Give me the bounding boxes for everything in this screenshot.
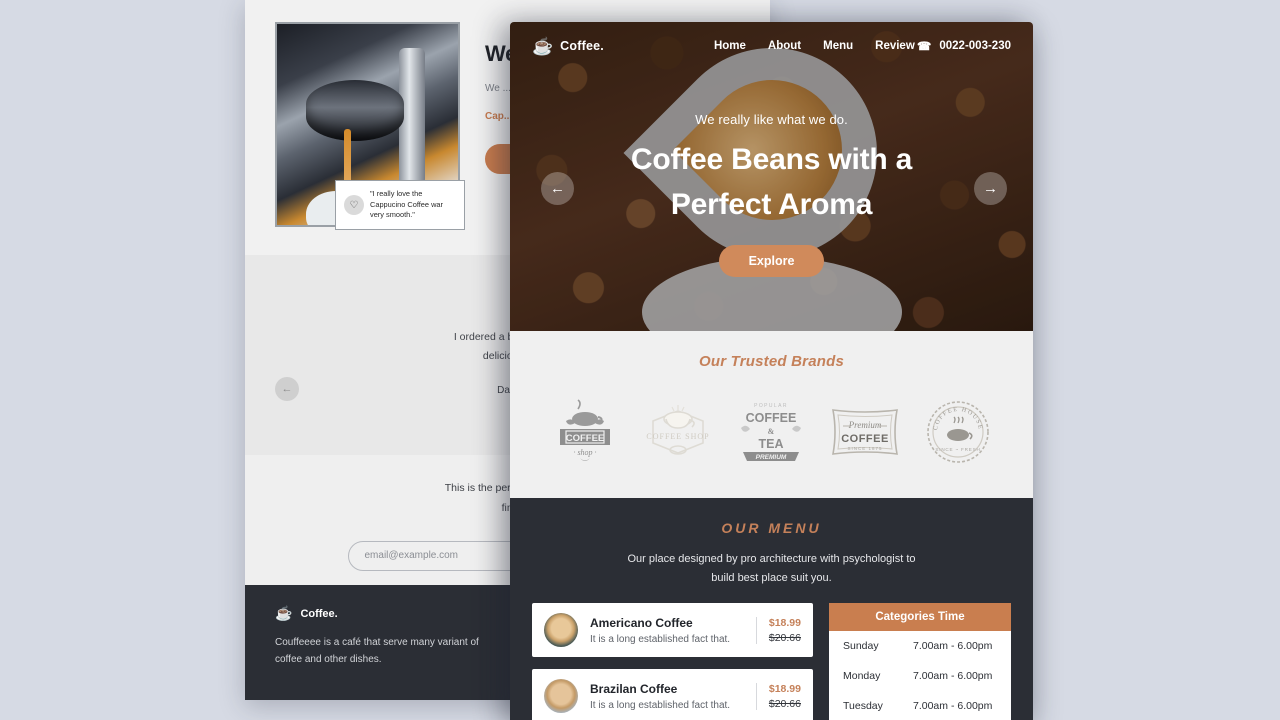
coffee-shop-hexagon-logo: COFFEE SHOP [642, 396, 714, 468]
screen: ♡ "I really love the Cappucino Coffee wa… [0, 0, 1280, 720]
navbar-brand[interactable]: ☕ Coffee. [532, 38, 604, 55]
phone-icon: ☎ [917, 41, 932, 53]
coffee-shop-banner-logo: COFFEE · shop · [549, 396, 621, 468]
menu-item-price: $18.99 $20.66 [755, 682, 801, 710]
hero-section: ☕ Coffee. Home About Menu Review ☎ 0022-… [510, 22, 1033, 331]
coffee-cup-icon: ☕ [275, 605, 293, 621]
our-menu-section: OUR MENU Our place designed by pro archi… [510, 498, 1033, 720]
menu-item-name: Brazilan Coffee [590, 681, 678, 696]
trusted-brands-section: Our Trusted Brands COFFEE · shop · COFFE… [510, 331, 1033, 498]
svg-text:&: & [768, 427, 775, 436]
menu-item-price-new: $18.99 [768, 682, 801, 695]
svg-text:PREMIUM: PREMIUM [756, 454, 787, 461]
categories-time-header: Categories Time [829, 603, 1011, 632]
svg-text:Premium: Premium [848, 420, 882, 430]
hero-content: We really like what we do. Coffee Beans … [510, 70, 1033, 277]
our-menu-subtitle: Our place designed by pro architecture w… [510, 550, 1033, 587]
brand-logo-row: COFFEE · shop · COFFEE SHOP POPULAR COFF… [510, 396, 1033, 468]
menu-item-card[interactable]: Brazilan Coffee It is a long established… [532, 669, 813, 720]
categories-time-table: Categories Time Sunday 7.00am - 6.00pm M… [829, 603, 1011, 720]
arrow-left-icon[interactable]: ← [275, 377, 299, 401]
americano-coffee-thumb [544, 613, 578, 648]
svg-text:COFFEE: COFFEE [746, 411, 797, 425]
nav-link-review[interactable]: Review [875, 40, 915, 52]
hero-title: Coffee Beans with a Perfect Aroma [510, 137, 1033, 227]
navbar-phone[interactable]: ☎ 0022-003-230 [917, 39, 1011, 53]
categories-time: 7.00am - 6.00pm [913, 640, 993, 653]
categories-day: Tuesday [843, 700, 883, 713]
foreground-browser-window[interactable]: ☕ Coffee. Home About Menu Review ☎ 0022-… [510, 22, 1033, 720]
nav-link-about[interactable]: About [768, 40, 801, 52]
arrow-right-icon[interactable]: → [974, 172, 1007, 205]
newsletter-email-placeholder: email@example.com [364, 550, 459, 562]
svg-text:COFFEE HOUSE: COFFEE HOUSE [932, 406, 984, 431]
svg-text:TEA: TEA [759, 437, 784, 451]
menu-item-name: Americano Coffee [590, 615, 693, 630]
categories-day: Sunday [843, 640, 879, 653]
coffee-cup-icon: ☕ [532, 36, 554, 56]
nav-link-home[interactable]: Home [714, 40, 746, 52]
hero-title-line-1: Coffee Beans with a [630, 143, 913, 176]
testimonial-text: "I really love the Cappucino Coffee war … [370, 189, 443, 220]
trusted-brands-title: Our Trusted Brands [698, 353, 845, 370]
svg-text:COFFEE SHOP: COFFEE SHOP [646, 432, 709, 441]
premium-coffee-badge-logo: Premium COFFEE SINCE 1875 [829, 396, 901, 468]
svg-text:· shop ·: · shop · [573, 448, 596, 457]
explore-button[interactable]: Explore [718, 245, 825, 277]
menu-item-description: It is a long established fact that. [590, 699, 731, 711]
svg-text:COFFEE: COFFEE [841, 433, 889, 445]
back-footer-description: Couffeeee is a café that serve many vari… [275, 637, 479, 665]
menu-item-price-old: $20.66 [768, 631, 801, 644]
table-row: Sunday 7.00am - 6.00pm [829, 631, 1011, 661]
nav-link-menu[interactable]: Menu [823, 40, 853, 52]
our-menu-subtitle-line-1: Our place designed by pro architecture w… [627, 553, 916, 565]
svg-text:POPULAR: POPULAR [755, 403, 789, 409]
table-row: Tuesday 7.00am - 6.00pm [829, 691, 1011, 720]
brazilan-coffee-thumb [544, 679, 578, 714]
menu-items-list: Americano Coffee It is a long establishe… [532, 603, 813, 720]
our-menu-subtitle-line-2: build best place suit you. [711, 571, 832, 584]
our-menu-title: OUR MENU [721, 520, 822, 536]
testimonial-callout: ♡ "I really love the Cappucino Coffee wa… [335, 180, 465, 231]
menu-item-description: It is a long established fact that. [590, 633, 731, 645]
categories-time: 7.00am - 6.00pm [913, 700, 993, 713]
menu-grid: Americano Coffee It is a long establishe… [510, 587, 1033, 720]
back-footer-brand-name: Coffee. [300, 607, 338, 620]
svg-text:SINCE 1875: SINCE 1875 [847, 446, 882, 451]
hero-subtitle: We really like what we do. [695, 112, 848, 127]
navbar: ☕ Coffee. Home About Menu Review ☎ 0022-… [510, 22, 1033, 70]
table-row: Monday 7.00am - 6.00pm [829, 661, 1011, 691]
menu-item-price-old: $20.66 [768, 697, 801, 710]
navbar-phone-number: 0022-003-230 [939, 40, 1011, 52]
menu-item-price: $18.99 $20.66 [755, 616, 801, 644]
coffee-house-seal-logo: COFFEE HOUSE SINCE ~ FRESH [922, 396, 994, 468]
hero-title-line-2: Perfect Aroma [670, 188, 873, 221]
svg-text:SINCE ~ FRESH: SINCE ~ FRESH [936, 447, 981, 452]
navbar-brand-name: Coffee. [560, 39, 604, 53]
arrow-left-icon[interactable]: ← [541, 172, 574, 205]
categories-time: 7.00am - 6.00pm [913, 670, 993, 683]
menu-item-price-new: $18.99 [768, 616, 801, 629]
menu-item-card[interactable]: Americano Coffee It is a long establishe… [532, 603, 813, 658]
svg-text:COFFEE: COFFEE [565, 433, 604, 444]
navbar-links: Home About Menu Review [714, 40, 915, 52]
coffee-and-tea-premium-logo: POPULAR COFFEE & TEA PREMIUM [735, 396, 807, 468]
heart-icon: ♡ [344, 195, 364, 216]
categories-day: Monday [843, 670, 881, 683]
